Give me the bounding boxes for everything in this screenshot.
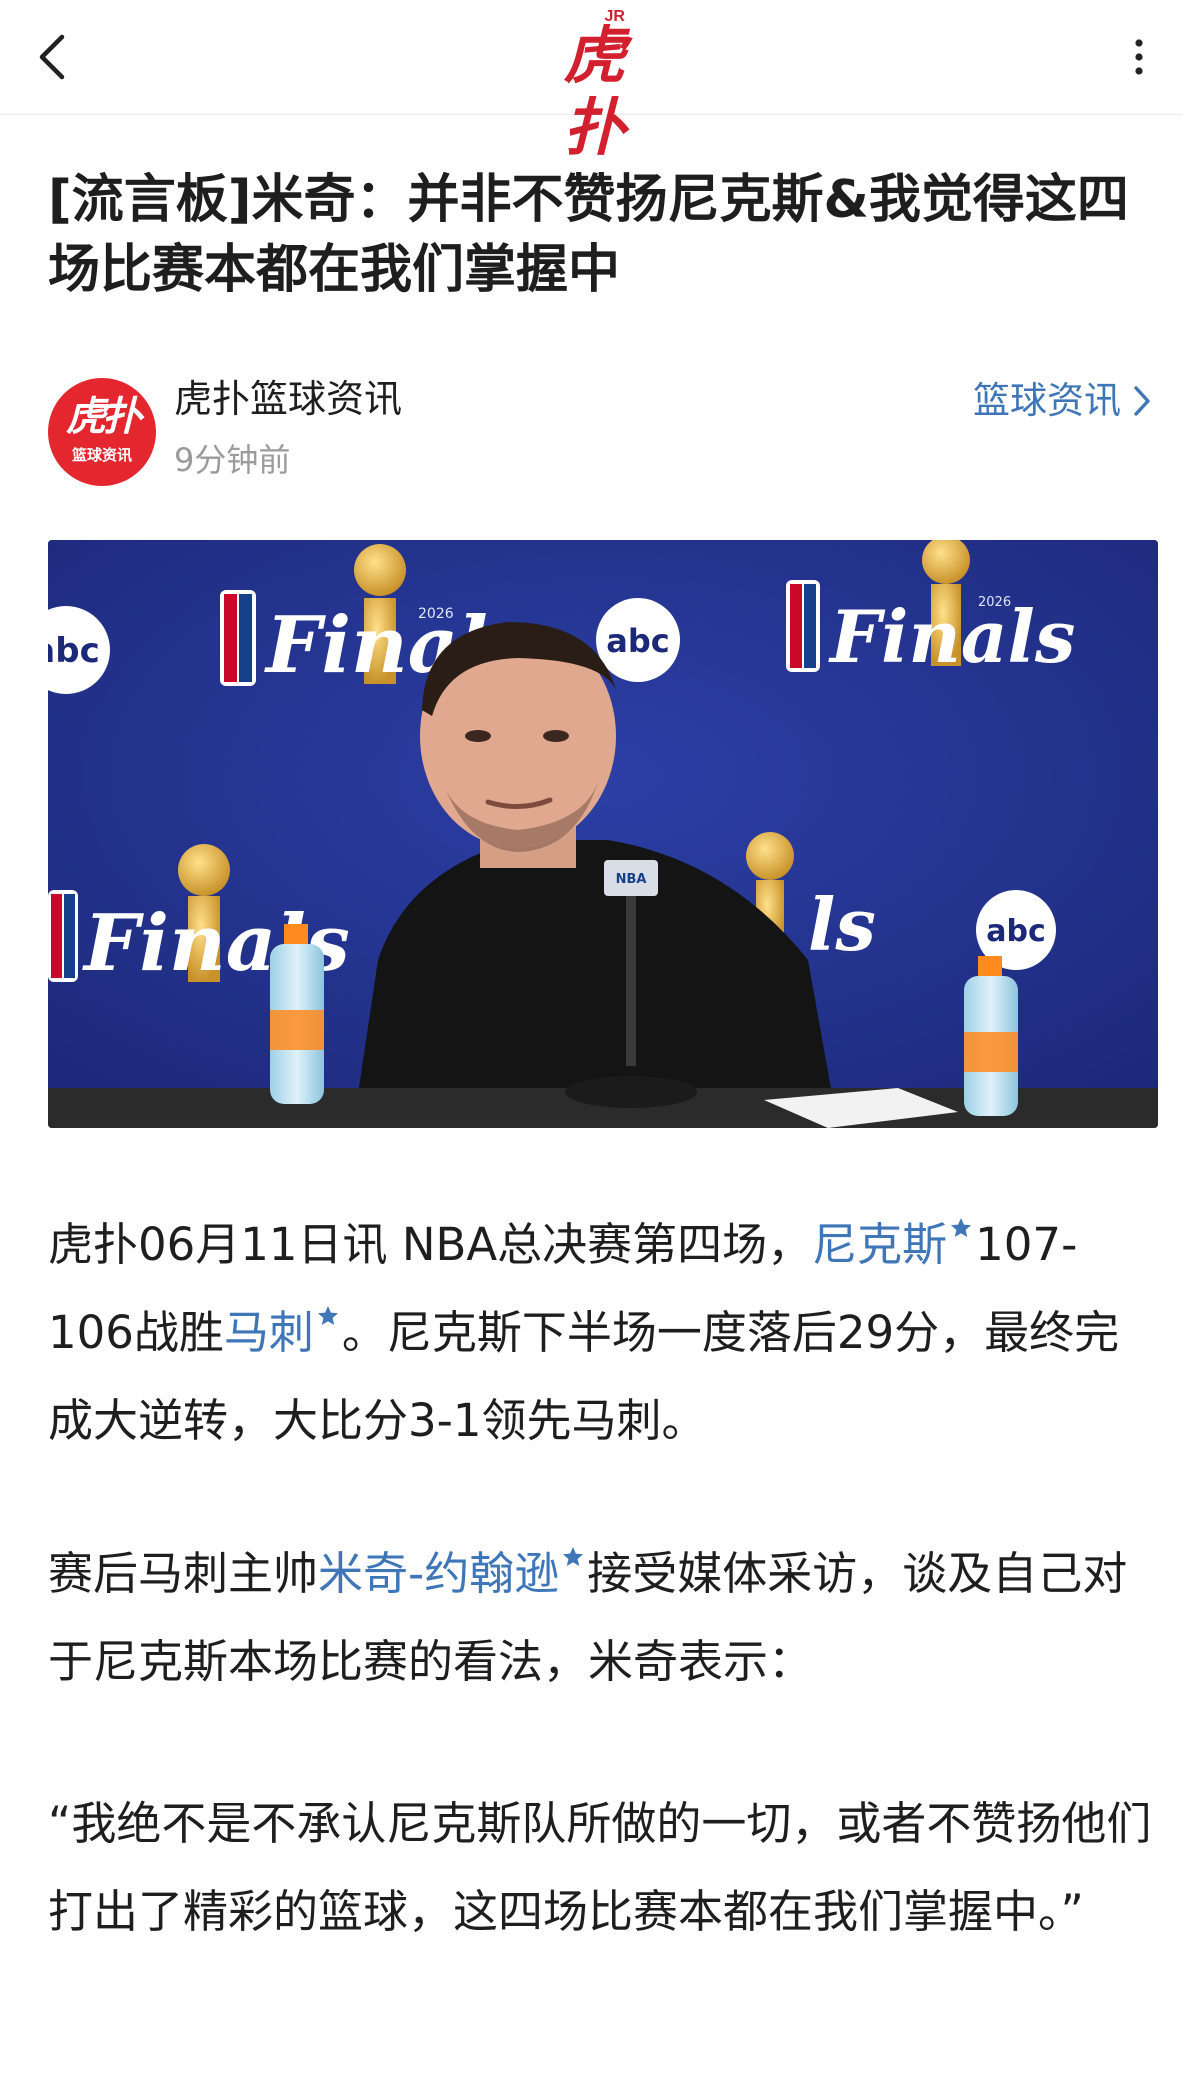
star-icon xyxy=(317,1306,338,1325)
svg-text:abc: abc xyxy=(48,631,100,671)
back-button[interactable] xyxy=(36,22,106,92)
team-tag-knicks[interactable]: 尼克斯 xyxy=(812,1218,947,1271)
svg-text:NBA: NBA xyxy=(616,872,647,887)
water-bottle-left xyxy=(270,924,324,1104)
paragraph-text: 赛后马刺主帅 xyxy=(48,1547,319,1600)
article-paragraph-2: 赛后马刺主帅米奇-约翰逊 接受媒体采访，谈及自己对于尼克斯本场比赛的看法，米奇表示… xyxy=(48,1530,1158,1706)
hupu-logo: JR 虎扑 xyxy=(537,6,647,164)
star-icon xyxy=(951,1218,972,1237)
back-chevron-icon xyxy=(39,34,65,80)
article-hero-image[interactable]: abc abc abc Finals 2026 Finals xyxy=(48,540,1158,1128)
article-paragraph-1: 虎扑06月11日讯 NBA总决赛第四场，尼克斯 107-106战胜马刺 。尼克斯下半… xyxy=(48,1201,1158,1465)
category-link-label: 篮球资讯 xyxy=(973,379,1121,422)
avatar-caption: 篮球资讯 xyxy=(71,446,132,464)
author-avatar[interactable]: 虎扑 篮球资讯 xyxy=(48,378,156,486)
press-conference-photo: abc abc abc Finals 2026 Finals xyxy=(48,540,1158,1128)
water-bottle-right xyxy=(964,956,1018,1116)
post-timestamp: 9分钟前 xyxy=(174,441,291,479)
team-tag-spurs[interactable]: 马刺 xyxy=(224,1306,314,1359)
svg-text:Finals: Finals xyxy=(828,594,1075,679)
avatar-logo-text: 虎扑 xyxy=(66,393,142,440)
top-navigation-bar: JR 虎扑 xyxy=(0,0,1183,164)
player-tag-mitch-johnson[interactable]: 米奇-约翰逊 xyxy=(318,1547,559,1600)
svg-text:2026: 2026 xyxy=(978,595,1011,610)
svg-text:ls: ls xyxy=(808,882,876,967)
category-link[interactable]: 篮球资讯 xyxy=(973,378,1151,424)
logo-text: 虎扑 xyxy=(563,19,625,164)
svg-text:abc: abc xyxy=(606,622,669,660)
more-options-button[interactable] xyxy=(1109,24,1169,90)
svg-text:abc: abc xyxy=(986,914,1046,949)
svg-text:2026: 2026 xyxy=(418,606,454,622)
star-icon xyxy=(563,1547,584,1566)
paragraph-text: 虎扑06月11日讯 NBA总决赛第四场， xyxy=(48,1218,813,1271)
chevron-right-icon xyxy=(1134,386,1150,416)
abc-logo-center: abc xyxy=(596,598,680,682)
author-name[interactable]: 虎扑篮球资讯 xyxy=(174,376,402,422)
article-paragraph-3-quote: “我绝不是不承认尼克斯队所做的一切，或者不赞扬他们打出了精彩的篮球，这四场比赛本… xyxy=(48,1797,1152,1938)
article-title: [流言板]米奇：并非不赞扬尼克斯&我觉得这四场比赛本都在我们掌握中 xyxy=(48,170,1129,300)
more-vertical-icon xyxy=(1135,39,1143,75)
